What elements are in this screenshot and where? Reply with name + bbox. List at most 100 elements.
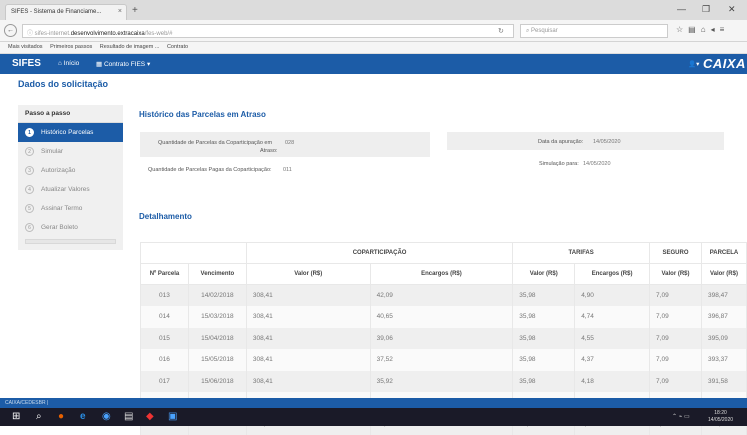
detail-title: Detalhamento (139, 212, 192, 221)
col-header[interactable]: Valor (R$) (246, 264, 370, 285)
table-cell: 7,09 (650, 328, 702, 350)
table-cell: 016 (141, 349, 189, 371)
table-cell: 015 (141, 328, 189, 350)
app-navbar: SIFES ⌂ Início ▦ Contrato FIES ▾ 👤▾ CAIX… (0, 54, 747, 74)
step-autorizacao[interactable]: 3Autorização (18, 161, 123, 180)
chrome-icon[interactable]: ◉ (102, 411, 111, 422)
bookmark-item[interactable]: Primeiros passos (50, 44, 92, 50)
bookmark-item[interactable]: Contrato (167, 44, 188, 50)
col-header[interactable]: Encargos (R$) (370, 264, 513, 285)
back-arrow-icon[interactable]: ← (4, 24, 17, 37)
search-placeholder: Pesquisar (531, 28, 558, 34)
windows-start-icon[interactable]: ⊞ (12, 411, 20, 422)
table-cell: 35,98 (513, 328, 575, 350)
nav-contrato-menu[interactable]: ▦ Contrato FIES ▾ (96, 60, 150, 68)
new-tab-button[interactable]: + (132, 5, 138, 16)
browser-titlebar: SIFES - Sistema de Financiame... × + — ❐… (0, 0, 747, 20)
maximize-icon[interactable]: ❐ (702, 4, 710, 15)
brand-name[interactable]: SIFES (12, 58, 41, 69)
nav-home-link[interactable]: ⌂ Início (58, 60, 79, 67)
table-cell: 391,58 (701, 371, 746, 393)
col-header[interactable]: Encargos (R$) (575, 264, 650, 285)
header-seguro: SEGURO (650, 243, 702, 264)
table-cell: 35,98 (513, 306, 575, 328)
table-cell: 4,55 (575, 328, 650, 350)
info-box-apuracao: Data da apuração: 14/05/2020 (447, 132, 724, 150)
qtd-atraso-label: Quantidade de Parcelas da Coparticipação… (158, 140, 272, 146)
table-cell: 14/02/2018 (188, 285, 246, 307)
col-header[interactable]: Nº Parcela (141, 264, 189, 285)
step-number: 6 (25, 223, 34, 232)
table-cell: 308,41 (246, 285, 370, 307)
step-historico-parcelas[interactable]: 1Histórico Parcelas (18, 123, 123, 142)
app-icon[interactable]: ◆ (146, 411, 154, 422)
toolbar-icons[interactable]: ☆▤⌂◂≡ (676, 25, 729, 34)
step-number: 5 (25, 204, 34, 213)
pocket-icon[interactable]: ◂ (711, 25, 720, 34)
caixa-logo: CAIXA (703, 56, 746, 71)
table-column-header: Nº Parcela Vencimento Valor (R$) Encargo… (141, 264, 747, 285)
table-cell: 4,18 (575, 371, 650, 393)
url-suffix: /fes-web/# (145, 31, 173, 37)
menu-icon[interactable]: ≡ (720, 25, 730, 34)
step-sidebar: Passo a passo 1Histórico Parcelas 2Simul… (18, 105, 123, 250)
bookmark-item[interactable]: Mais visitados (8, 44, 43, 50)
col-header[interactable]: Valor (R$) (513, 264, 575, 285)
search-icon[interactable]: ⌕ (36, 411, 42, 422)
table-row: 01314/02/2018308,4142,0935,984,907,09398… (141, 285, 747, 307)
file-explorer-icon[interactable]: ▤ (124, 411, 133, 422)
bookmark-item[interactable]: Resultado de imagem ... (100, 44, 160, 50)
system-tray-icons[interactable]: ⌃ ⌁ ▭ (672, 413, 690, 420)
col-header[interactable]: Vencimento (188, 264, 246, 285)
app-icon-2[interactable]: ▣ (168, 411, 177, 422)
col-header[interactable]: Valor (R$) (650, 264, 702, 285)
table-cell: 39,06 (370, 328, 513, 350)
col-header[interactable]: Valor (R$) (701, 264, 746, 285)
table-cell: 395,09 (701, 328, 746, 350)
table-cell: 013 (141, 285, 189, 307)
table-cell: 396,87 (701, 306, 746, 328)
browser-tab[interactable]: SIFES - Sistema de Financiame... × (5, 4, 127, 20)
empty-header (141, 243, 247, 264)
step-atualizar-valores[interactable]: 4Atualizar Valores (18, 180, 123, 199)
close-window-icon[interactable]: ✕ (728, 4, 736, 15)
url-field[interactable]: ⓘ sifes-internet.desenvolvimento.extraca… (22, 24, 514, 38)
search-input[interactable]: ⌕ Pesquisar (520, 24, 668, 38)
table-cell: 35,98 (513, 285, 575, 307)
table-cell: 308,41 (246, 328, 370, 350)
reload-icon[interactable]: ↻ (498, 27, 504, 35)
nav-home-label: Início (64, 60, 80, 67)
qtd-atraso-label-2: Atraso: (260, 148, 277, 154)
step-label: Gerar Boleto (41, 224, 78, 231)
step-assinar-termo[interactable]: 5Assinar Termo (18, 199, 123, 218)
home-icon[interactable]: ⌂ (701, 25, 711, 34)
user-menu-icon[interactable]: 👤▾ (688, 60, 699, 68)
chevron-down-icon: ▾ (145, 61, 150, 68)
table-cell: 4,37 (575, 349, 650, 371)
edge-icon[interactable]: e (80, 411, 86, 422)
table-group-header: COPARTICIPAÇÃO TARIFAS SEGURO PARCELA (141, 243, 747, 264)
step-progress-bar (25, 239, 116, 244)
table-cell: 35,98 (513, 349, 575, 371)
table-cell: 40,65 (370, 306, 513, 328)
grid-icon: ▦ (96, 61, 104, 68)
table-cell: 308,41 (246, 371, 370, 393)
table-row: 01415/03/2018308,4140,6535,984,747,09396… (141, 306, 747, 328)
simulacao-value: 14/05/2020 (583, 161, 611, 167)
data-apuracao-label: Data da apuração: (538, 139, 583, 145)
step-simular[interactable]: 2Simular (18, 142, 123, 161)
tab-close-icon[interactable]: × (118, 8, 122, 15)
step-gerar-boleto[interactable]: 6 Gerar Boleto (18, 218, 123, 237)
qtd-pagas-label: Quantidade de Parcelas Pagas da Copartic… (148, 167, 272, 173)
url-prefix: sifes-internet. (35, 31, 71, 37)
table-cell: 014 (141, 306, 189, 328)
windows-taskbar: ⊞ ⌕ ● e ◉ ▤ ◆ ▣ ⌃ ⌁ ▭ 18:2014/05/2020 (0, 408, 747, 426)
bookmarks-bar: Mais visitados Primeiros passos Resultad… (0, 42, 747, 54)
minimize-icon[interactable]: — (677, 4, 686, 14)
firefox-icon[interactable]: ● (58, 411, 64, 422)
info-icon: ⓘ (27, 31, 35, 37)
taskbar-clock[interactable]: 18:2014/05/2020 (708, 410, 733, 424)
library-icon[interactable]: ▤ (688, 25, 701, 34)
star-icon[interactable]: ☆ (676, 25, 688, 34)
table-cell: 42,09 (370, 285, 513, 307)
